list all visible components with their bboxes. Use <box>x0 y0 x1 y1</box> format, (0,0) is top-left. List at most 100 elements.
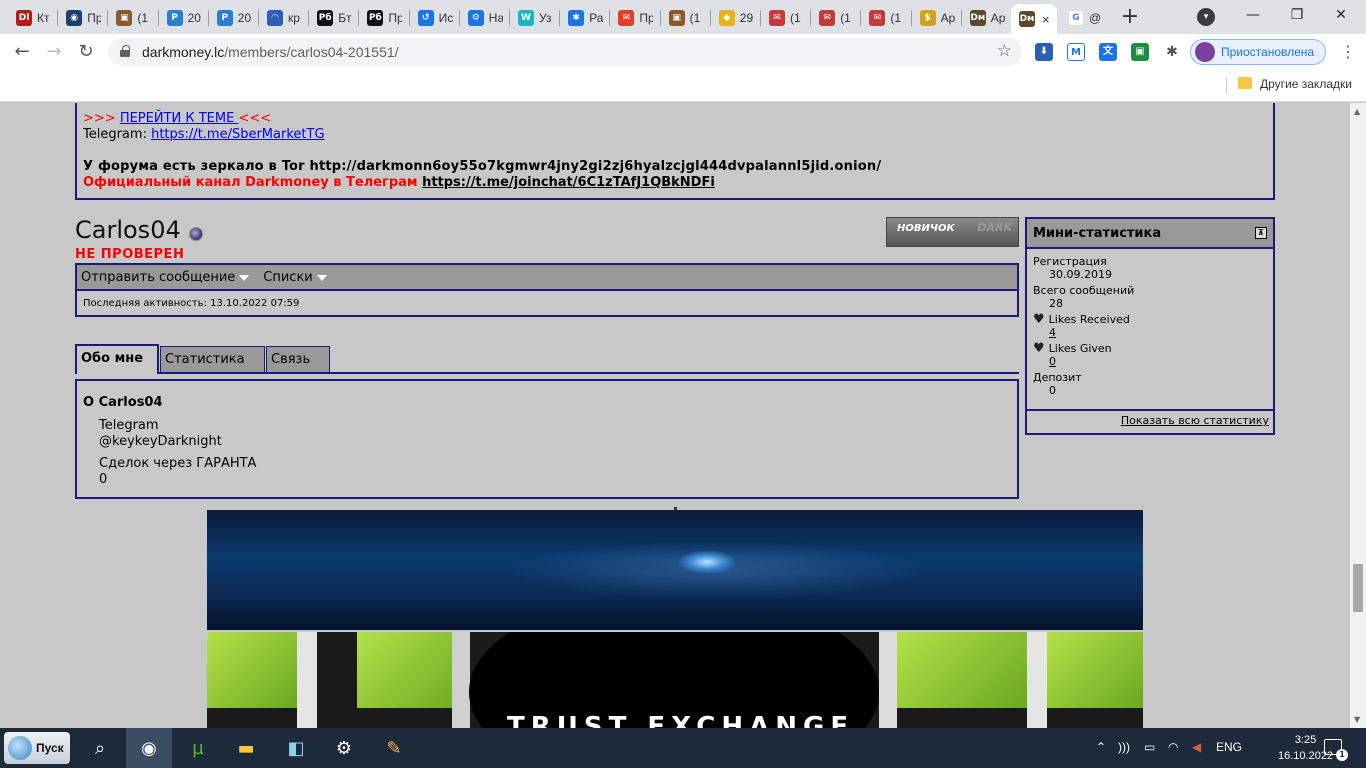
send-message-label: Отправить сообщение <box>81 269 236 285</box>
browser-tab[interactable]: Dl Кт <box>8 4 58 32</box>
close-tab-icon[interactable]: × <box>1042 12 1050 27</box>
browser-tab[interactable]: ⚙ На <box>460 4 510 32</box>
browser-tab[interactable]: ✉ Пр <box>610 4 660 32</box>
language-indicator[interactable]: ENG <box>1216 740 1242 754</box>
about-field-label: Сделок через ГАРАНТА <box>99 456 257 471</box>
goto-topic-link[interactable]: ПЕРЕЙТИ К ТЕМЕ <box>120 111 239 126</box>
browser-tab[interactable]: Dм Ар <box>962 4 1012 32</box>
browser-tab[interactable]: P 20 <box>209 4 259 32</box>
browser-tab[interactable]: ◠ кр <box>259 4 309 32</box>
send-message-button[interactable]: Отправить сообщение <box>81 269 250 285</box>
browser-tab[interactable]: ▣ (1 <box>661 4 711 32</box>
browser-tab[interactable]: W Уз <box>510 4 560 32</box>
download-extension-icon[interactable]: ⬇ <box>1035 43 1053 61</box>
banner-shape <box>879 632 897 728</box>
mail-extension-icon[interactable]: M <box>1067 43 1085 61</box>
browser-tab[interactable]: ◉ Пр <box>58 4 108 32</box>
profile-button[interactable]: Приостановлена <box>1190 39 1326 65</box>
start-button[interactable]: Пуск <box>4 732 70 764</box>
notification-center-icon[interactable]: 1 <box>1324 739 1348 761</box>
browser-tab[interactable]: P 20 <box>159 4 209 32</box>
banner-shape <box>452 632 470 728</box>
browser-tab[interactable]: ✉ (1 <box>861 4 911 32</box>
address-bar[interactable]: darkmoney.lc/members/carlos04-201551/ ☆ <box>108 38 1022 66</box>
paint-taskbar-icon[interactable]: ✎ <box>380 734 408 762</box>
close-window-button[interactable]: ✕ <box>1326 4 1356 28</box>
banner-shape <box>1047 632 1143 708</box>
scrollbar-thumb[interactable] <box>1353 564 1363 612</box>
page-content: >>> ПЕРЕЙТИ К ТЕМЕ <<< Telegram: https:/… <box>0 103 1350 728</box>
bookmark-star-icon[interactable]: ☆ <box>997 41 1012 61</box>
back-arrow-icon[interactable]: ← <box>10 40 34 64</box>
speaker-wave-icon[interactable]: ))) <box>1118 740 1130 754</box>
vpn-extension-icon[interactable]: ▣ <box>1131 43 1149 61</box>
lists-button[interactable]: Списки <box>263 270 327 285</box>
tabs-underline <box>75 372 1019 374</box>
explorer-folder-icon[interactable]: ▬ <box>232 734 260 762</box>
browser-tab[interactable]: ▣ (1 <box>108 4 158 32</box>
likes-received-link[interactable]: 4 <box>1049 326 1056 339</box>
new-tab-button[interactable]: + <box>1118 6 1142 30</box>
tab-favicon-icon: P <box>216 10 233 26</box>
telegram-link[interactable]: https://t.me/SberMarketTG <box>151 127 324 142</box>
mini-stats-title: Мини-статистика <box>1033 226 1162 241</box>
notes-taskbar-icon[interactable]: ◧ <box>282 734 310 762</box>
banner-shape <box>897 632 1027 708</box>
browser-tab[interactable]: ✉ (1 <box>761 4 811 32</box>
tab-statistics[interactable]: Статистика <box>160 346 265 372</box>
banner-shape <box>357 632 467 708</box>
official-channel-link[interactable]: https://t.me/joinchat/6C1zTAfJ1QBkNDFi <box>422 175 715 190</box>
tab-contact[interactable]: Связь <box>266 346 330 372</box>
tab-title: 20 <box>237 11 252 25</box>
tab-favicon-icon: Pб <box>317 10 334 26</box>
tray-chevron-icon[interactable]: ⌃ <box>1096 740 1106 754</box>
wifi-icon[interactable]: ◠ <box>1168 740 1178 754</box>
more-menu-icon[interactable]: ⋮ <box>1340 40 1356 64</box>
likes-given-link[interactable]: 0 <box>1049 355 1056 368</box>
username-title: Carlos04 <box>75 216 181 244</box>
collapse-toggle-icon[interactable]: ⊼ <box>1255 227 1267 239</box>
browser-tab[interactable]: Pб Бт <box>309 4 359 32</box>
scroll-down-icon[interactable]: ▼ <box>1354 715 1360 724</box>
tab-about[interactable]: Обо мне <box>75 344 159 374</box>
banner-image-bottom[interactable]: TRUST EXCHANGE <box>207 632 1143 728</box>
browser-tab[interactable]: ◆ 29 <box>711 4 761 32</box>
official-channel-label: Официальный канал Darkmoney в Телеграм <box>83 175 423 190</box>
browser-tab[interactable]: ✉ (1 <box>811 4 861 32</box>
settings-gear-icon[interactable]: ⚙ <box>330 734 358 762</box>
last-activity: Последняя активность: 13.10.2022 07:59 <box>83 297 300 309</box>
tab-favicon-icon: ✉ <box>819 10 836 26</box>
browser-tab[interactable]: $ Ар <box>912 4 962 32</box>
volume-muted-icon[interactable]: ◀ <box>1192 740 1201 754</box>
tab-search-icon[interactable]: ▾ <box>1197 8 1215 26</box>
tab-favicon-icon: Dl <box>16 10 32 26</box>
about-panel: О Carlos04 Telegram @keykeyDarknight Сде… <box>75 379 1019 499</box>
extensions-puzzle-icon[interactable]: ✱ <box>1163 43 1181 61</box>
translate-extension-icon[interactable]: 文 <box>1099 43 1117 61</box>
browser-tab-google[interactable]: G @ <box>1060 4 1112 32</box>
browser-tab[interactable]: Pб Пр <box>359 4 409 32</box>
search-icon[interactable]: ⌕ <box>86 734 114 762</box>
reload-icon[interactable]: ↻ <box>74 40 98 64</box>
tab-title: Бт <box>338 11 352 25</box>
other-bookmarks-button[interactable]: Другие закладки <box>1260 77 1352 91</box>
browser-tab[interactable]: ✱ Ра <box>560 4 610 32</box>
minimize-button[interactable]: — <box>1238 4 1268 28</box>
notification-count: 1 <box>1336 749 1348 761</box>
about-field-label: Telegram <box>99 418 159 433</box>
tab-favicon-icon: Dм <box>969 10 986 26</box>
browser-tab[interactable]: ↺ Ис <box>410 4 460 32</box>
browser-tab-active[interactable]: Dм × <box>1011 4 1057 34</box>
battery-icon[interactable]: ▭ <box>1144 740 1155 754</box>
tab-favicon-icon: ◆ <box>718 10 735 26</box>
scroll-up-icon[interactable]: ▲ <box>1354 107 1360 116</box>
show-all-stats-link[interactable]: Показать всю статистику <box>1121 414 1269 427</box>
tab-favicon-icon: Pб <box>367 10 384 26</box>
maximize-button[interactable]: ❐ <box>1282 4 1312 28</box>
forward-arrow-icon[interactable]: → <box>42 40 66 64</box>
tab-favicon-icon: P <box>166 10 183 26</box>
utorrent-taskbar-icon[interactable]: µ <box>184 734 212 762</box>
chrome-taskbar-icon[interactable]: ◉ <box>135 734 163 762</box>
banner-image-top[interactable] <box>207 510 1143 630</box>
page-scrollbar[interactable]: ▲ ▼ <box>1350 103 1366 728</box>
